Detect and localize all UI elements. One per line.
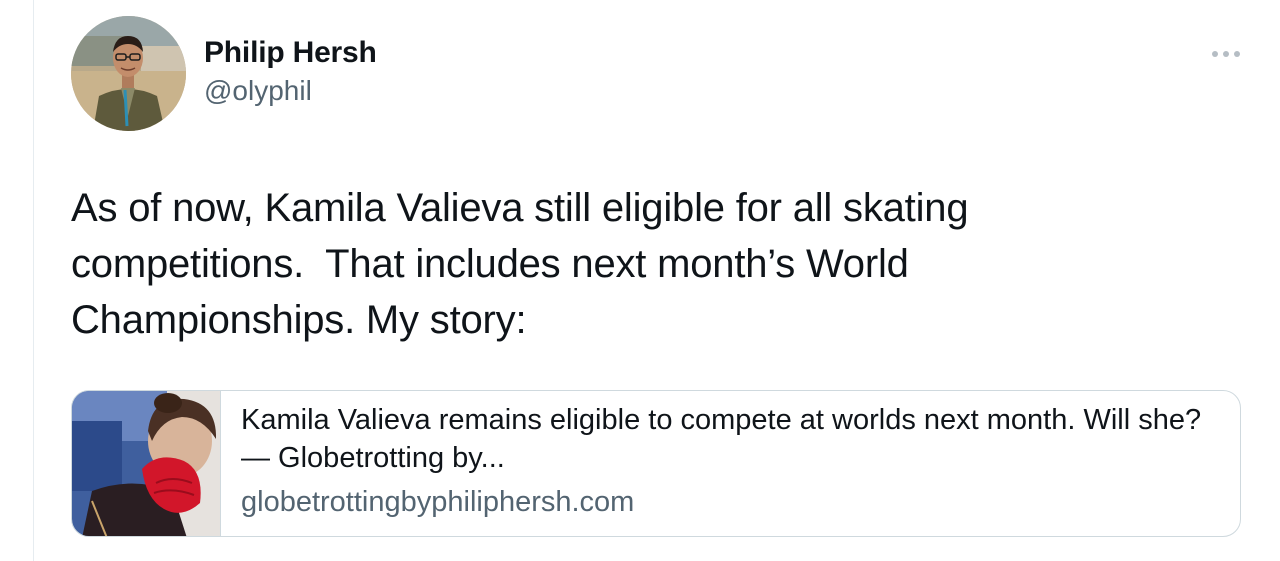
tweet-container: Philip Hersh @olyphil As of now, Kamila … [0, 0, 1280, 561]
ellipsis-icon [1212, 51, 1240, 57]
link-card-domain: globetrottingbyphiliphersh.com [241, 486, 635, 518]
author-handle[interactable]: @olyphil [204, 72, 377, 110]
link-card-title: Kamila Valieva remains eligible to compe… [241, 404, 1202, 474]
timeline-divider [33, 0, 34, 561]
link-card-body: Kamila Valieva remains eligible to compe… [221, 391, 1240, 536]
avatar-image [71, 16, 186, 131]
tweet-author: Philip Hersh @olyphil [204, 34, 377, 110]
more-options-button[interactable] [1206, 40, 1246, 68]
tweet-text: As of now, Kamila Valieva still eligible… [71, 186, 969, 342]
link-preview-card[interactable]: Kamila Valieva remains eligible to compe… [71, 390, 1241, 537]
link-card-thumbnail [72, 391, 221, 536]
avatar[interactable] [71, 16, 186, 131]
skater-photo [72, 391, 220, 536]
author-display-name[interactable]: Philip Hersh [204, 34, 377, 72]
